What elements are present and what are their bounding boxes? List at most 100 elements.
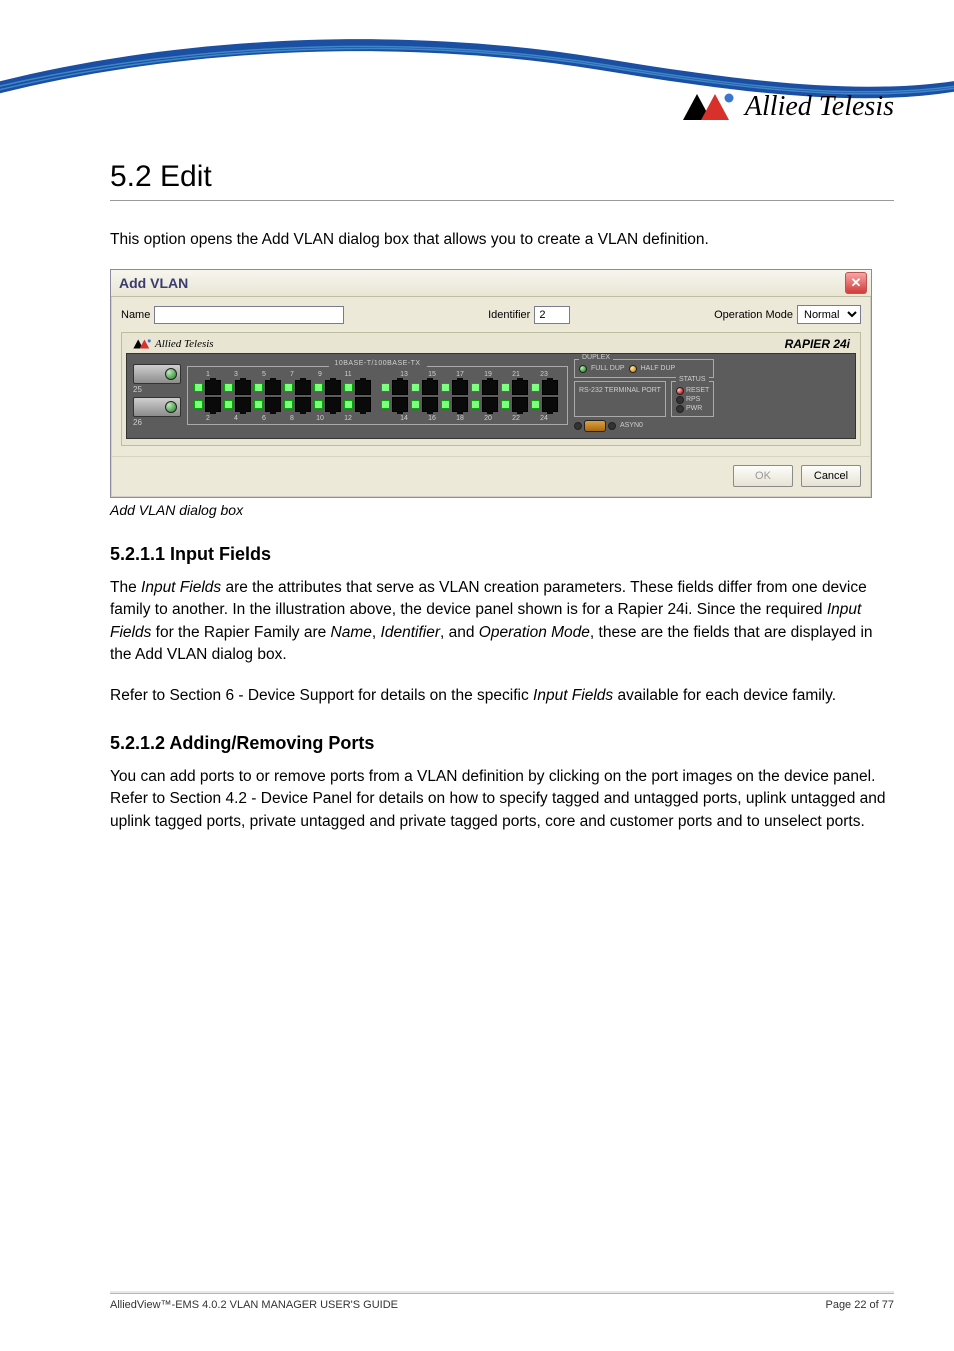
page-footer: AlliedView™-EMS 4.0.2 VLAN MANAGER USER'… — [110, 1293, 894, 1311]
operation-mode-label: Operation Mode — [714, 309, 793, 321]
text-fragment: Refer to Section 6 - Device Support for … — [110, 687, 533, 704]
rj45-jack-icon — [422, 380, 438, 395]
ethernet-port-18[interactable] — [441, 397, 468, 412]
close-button[interactable]: ✕ — [845, 272, 867, 294]
ethernet-port-17[interactable] — [441, 380, 468, 395]
device-panel: Allied Telesis RAPIER 24i 25 — [121, 332, 861, 445]
input-fields-row: Name Identifier Operation Mode Normal — [121, 305, 861, 324]
ethernet-port-15[interactable] — [411, 380, 438, 395]
text-fragment: available for each device family. — [613, 687, 836, 704]
dialog-title: Add VLAN — [119, 275, 188, 291]
port-number: 19 — [474, 371, 502, 378]
port-number: 2 — [194, 415, 222, 422]
ethernet-port-12[interactable] — [344, 397, 371, 412]
ethernet-port-22[interactable] — [501, 397, 528, 412]
port-row-top — [194, 380, 561, 395]
ethernet-port-4[interactable] — [224, 397, 251, 412]
add-vlan-dialog: Add VLAN ✕ Name Identifier Operation Mod… — [110, 269, 872, 497]
rj45-jack-icon — [205, 397, 221, 412]
port-numbers-bottom: 24681012141618202224 — [194, 414, 561, 422]
half-duplex-led — [629, 365, 637, 373]
ethernet-port-16[interactable] — [411, 397, 438, 412]
ethernet-port-8[interactable] — [284, 397, 311, 412]
ethernet-port-3[interactable] — [224, 380, 251, 395]
ethernet-port-19[interactable] — [471, 380, 498, 395]
device-model: RAPIER 24i — [785, 337, 850, 351]
port-led — [314, 383, 323, 392]
ethernet-port-6[interactable] — [254, 397, 281, 412]
ethernet-port-10[interactable] — [314, 397, 341, 412]
async-port: ASYN0 — [574, 420, 714, 432]
text-em: Input Fields — [141, 579, 221, 596]
footer-right: Page 22 of 77 — [825, 1299, 894, 1311]
ethernet-port-7[interactable] — [284, 380, 311, 395]
port-led — [501, 383, 510, 392]
port-led — [531, 400, 540, 409]
text-fragment: The — [110, 579, 141, 596]
rj45-jack-icon — [542, 380, 558, 395]
uplink-port-25-label: 25 — [133, 385, 181, 394]
port-block-label: 10BASE-T/100BASE-TX — [328, 360, 426, 367]
name-input[interactable] — [154, 306, 344, 324]
text-em: Input Fields — [533, 687, 613, 704]
ethernet-port-23[interactable] — [531, 380, 558, 395]
port-row-bottom — [194, 397, 561, 412]
ok-button[interactable]: OK — [733, 465, 793, 487]
rj45-jack-icon — [295, 397, 311, 412]
identifier-label: Identifier — [488, 309, 530, 321]
reset-led — [676, 387, 684, 395]
footer-left: AlliedView™-EMS 4.0.2 VLAN MANAGER USER'… — [110, 1299, 398, 1311]
ethernet-port-14[interactable] — [381, 397, 408, 412]
port-led — [194, 400, 203, 409]
dialog-footer: OK Cancel — [111, 456, 871, 497]
terminal-port-label: RS-232 TERMINAL PORT — [579, 387, 661, 394]
port-led — [344, 400, 353, 409]
port-number: 17 — [446, 371, 474, 378]
uplink-port-26-label: 26 — [133, 418, 181, 427]
figure-caption: Add VLAN dialog box — [110, 502, 894, 518]
ethernet-port-11[interactable] — [344, 380, 371, 395]
port-number: 8 — [278, 415, 306, 422]
port-number: 20 — [474, 415, 502, 422]
duplex-box-label: DUPLEX — [579, 354, 613, 361]
ethernet-port-24[interactable] — [531, 397, 558, 412]
port-number: 22 — [502, 415, 530, 422]
port-number: 23 — [530, 371, 558, 378]
ethernet-port-20[interactable] — [471, 397, 498, 412]
ethernet-port-2[interactable] — [194, 397, 221, 412]
ethernet-port-9[interactable] — [314, 380, 341, 395]
ethernet-port-13[interactable] — [381, 380, 408, 395]
port-number: 13 — [390, 371, 418, 378]
port-number: 18 — [446, 415, 474, 422]
port-numbers-top: 1357911131517192123 — [194, 370, 561, 378]
rj45-jack-icon — [392, 397, 408, 412]
port-led — [194, 383, 203, 392]
ethernet-port-5[interactable] — [254, 380, 281, 395]
port-number: 9 — [306, 371, 334, 378]
input-fields-para-2: Refer to Section 6 - Device Support for … — [110, 685, 894, 707]
identifier-input[interactable] — [534, 306, 570, 324]
port-block: 10BASE-T/100BASE-TX 1357911131517192123 … — [187, 366, 568, 425]
port-led — [501, 400, 510, 409]
ethernet-port-21[interactable] — [501, 380, 528, 395]
port-number: 3 — [222, 371, 250, 378]
port-number: 1 — [194, 371, 222, 378]
ethernet-port-1[interactable] — [194, 380, 221, 395]
port-number: 24 — [530, 415, 558, 422]
device-faceplate: 25 26 10BASE-T/100BASE-TX — [126, 353, 856, 438]
port-number: 12 — [334, 415, 362, 422]
reset-label: RESET — [686, 387, 709, 395]
rj45-jack-icon — [512, 397, 528, 412]
port-led — [471, 383, 480, 392]
cancel-button[interactable]: Cancel — [801, 465, 861, 487]
rj45-jack-icon — [392, 380, 408, 395]
operation-mode-select[interactable]: Normal — [797, 305, 861, 324]
uplink-port-26[interactable] — [133, 397, 181, 417]
subsection-input-fields-heading: 5.2.1.1 Input Fields — [110, 544, 894, 565]
async-connector-icon — [584, 420, 606, 432]
rj45-jack-icon — [325, 397, 341, 412]
uplink-port-25[interactable] — [133, 364, 181, 384]
rj45-jack-icon — [235, 397, 251, 412]
close-icon: ✕ — [851, 275, 862, 291]
device-brand-text: Allied Telesis — [155, 338, 214, 350]
